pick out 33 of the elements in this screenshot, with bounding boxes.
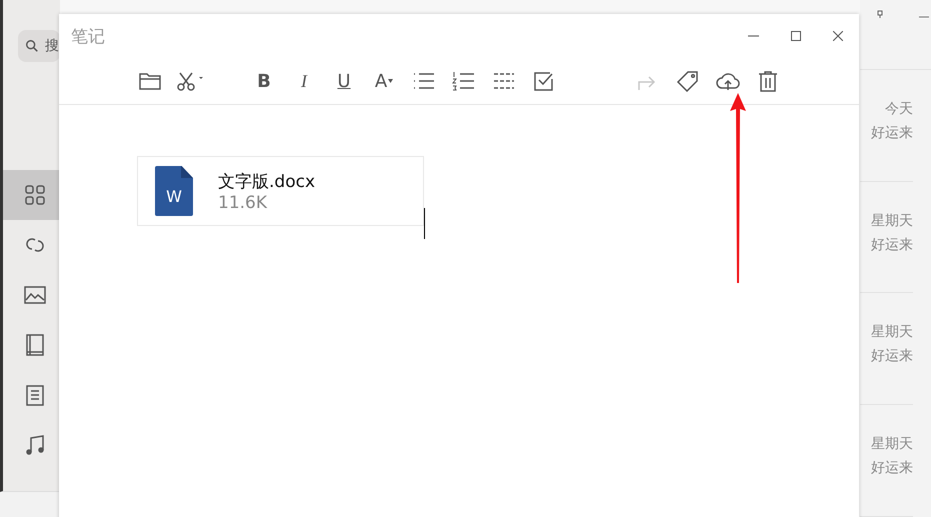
caret-icon bbox=[388, 79, 394, 83]
search-field[interactable]: 搜 bbox=[18, 30, 60, 62]
note-date: 今天 bbox=[885, 100, 913, 118]
file-name: 文字版.docx bbox=[218, 170, 316, 192]
grid-icon bbox=[23, 183, 47, 207]
bold-button[interactable]: B bbox=[249, 66, 279, 96]
note-date: 星期天 bbox=[871, 323, 913, 342]
font-button[interactable]: A bbox=[369, 66, 399, 96]
pin-icon[interactable] bbox=[877, 10, 883, 18]
minimize-icon[interactable] bbox=[919, 16, 929, 18]
maximize-icon[interactable] bbox=[791, 31, 801, 41]
tag-icon bbox=[676, 70, 700, 92]
file-size: 11.6K bbox=[218, 192, 268, 212]
trash-icon bbox=[756, 70, 780, 92]
minimize-icon[interactable] bbox=[748, 35, 759, 37]
text-cursor bbox=[424, 208, 425, 239]
note-date: 星期天 bbox=[871, 212, 913, 230]
note-title: 好运来 bbox=[871, 347, 913, 366]
note-date: 星期天 bbox=[871, 435, 913, 454]
sidebar-item[interactable] bbox=[3, 170, 60, 220]
italic-button[interactable]: I bbox=[289, 66, 319, 96]
close-icon[interactable] bbox=[833, 31, 843, 41]
checkbox-icon bbox=[532, 70, 556, 92]
document-icon: W bbox=[155, 166, 193, 216]
numbered-list-icon bbox=[452, 70, 476, 92]
window-title: 笔记 bbox=[71, 26, 105, 48]
scissors-icon bbox=[175, 70, 205, 92]
note-title: 好运来 bbox=[871, 124, 913, 142]
note-title: 好运来 bbox=[871, 459, 913, 478]
search-icon bbox=[25, 39, 39, 53]
attachment-card[interactable]: W 文字版.docx 11.6K bbox=[137, 156, 424, 226]
note-title: 好运来 bbox=[871, 236, 913, 254]
underline-button[interactable]: U bbox=[329, 66, 359, 96]
